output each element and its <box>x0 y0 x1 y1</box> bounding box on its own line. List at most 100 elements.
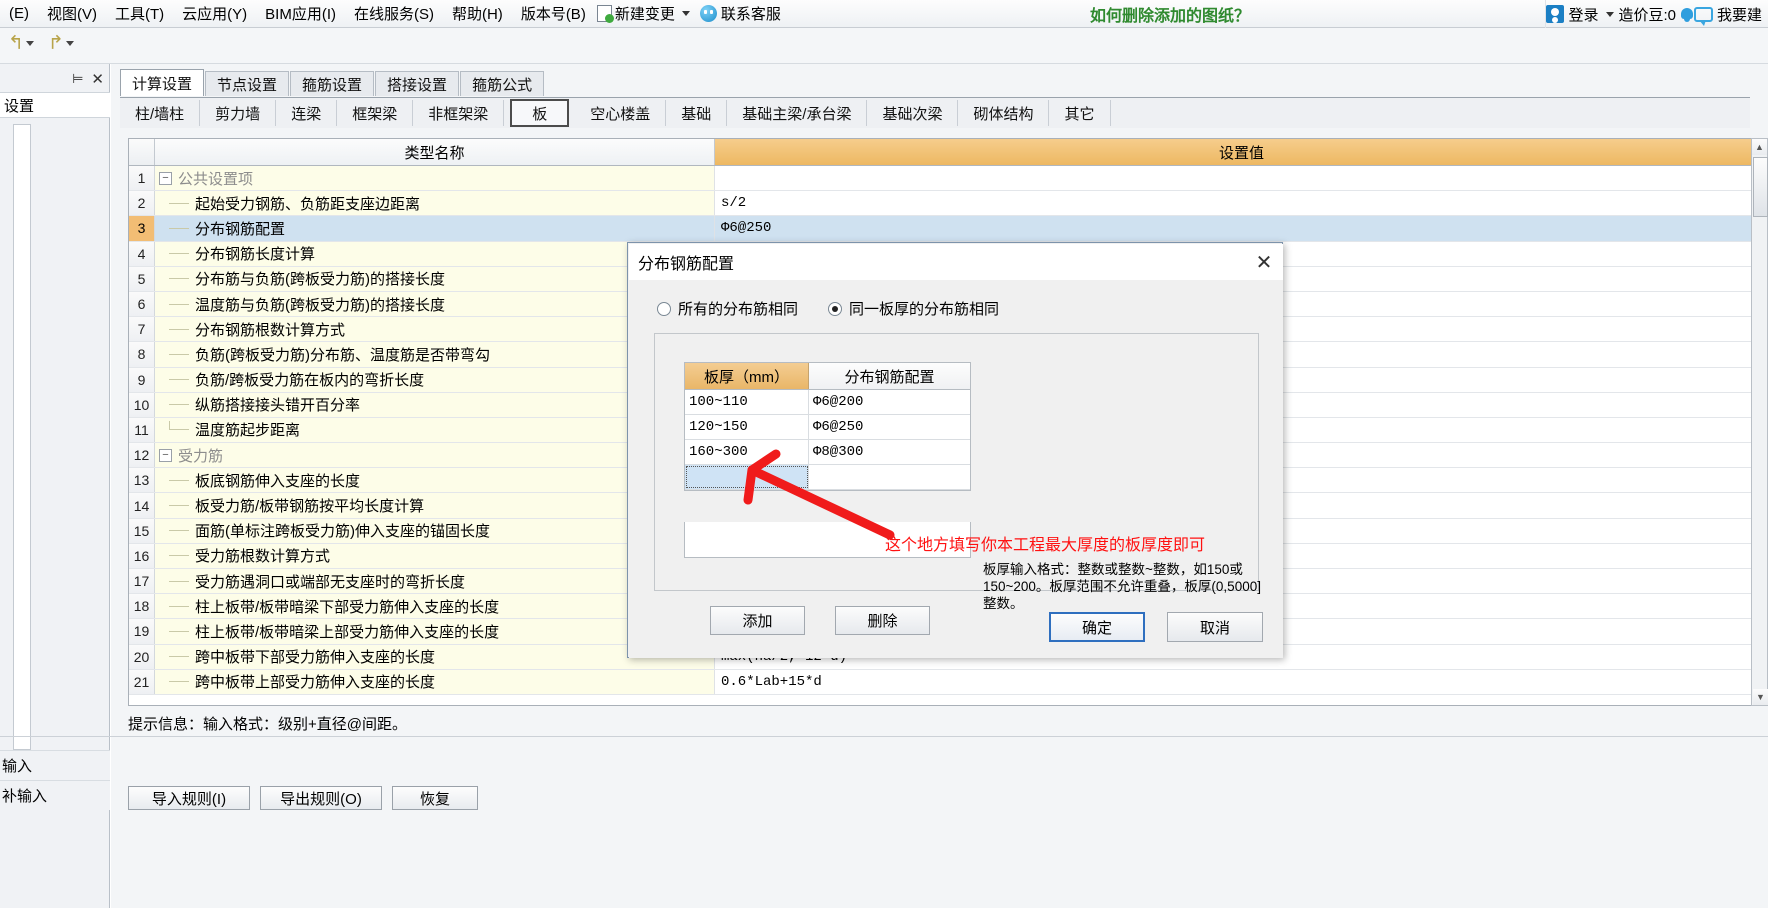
left-panel-item-input[interactable]: 输入 <box>0 750 110 780</box>
row-label: 温度筋起步距离 <box>195 422 301 440</box>
restore-button[interactable]: 恢复 <box>392 786 478 810</box>
ok-button[interactable]: 确定 <box>1049 612 1145 642</box>
row-type-name-cell[interactable]: 跨中板带上部受力筋伸入支座的长度 <box>155 669 715 694</box>
config-cell[interactable] <box>809 465 970 489</box>
undo-chevron-down-icon[interactable] <box>25 41 34 46</box>
tab-column-wall[interactable]: 柱/墙柱 <box>120 100 201 126</box>
tree-branch-icon <box>169 681 189 683</box>
thickness-column-header[interactable]: 板厚（mm） <box>685 363 809 389</box>
row-number: 6 <box>129 291 155 317</box>
scrollbar-thumb[interactable] <box>1753 157 1768 217</box>
radio-option-all-same[interactable]: 所有的分布筋相同 <box>657 298 798 319</box>
close-icon[interactable]: ✕ <box>1251 250 1277 274</box>
thickness-table-row[interactable]: 120~150 Ф6@250 <box>685 415 970 440</box>
thickness-cell[interactable]: 100~110 <box>685 390 809 414</box>
user-avatar-icon[interactable] <box>1546 5 1565 23</box>
suggest-label[interactable]: 我要建 <box>1713 4 1766 25</box>
thickness-cell[interactable]: 120~150 <box>685 415 809 439</box>
add-button[interactable]: 添加 <box>710 606 805 635</box>
row-number: 21 <box>129 669 155 694</box>
row-value-cell[interactable]: Ф6@250 <box>715 216 1768 241</box>
table-row[interactable]: 2 起始受力钢筋、负筋距支座边距离 s/2 <box>129 191 1768 217</box>
redo-button[interactable]: ↱ <box>48 34 74 53</box>
row-number: 4 <box>129 241 155 266</box>
row-value-cell[interactable]: 0.6*Lab+15*d <box>715 669 1768 694</box>
undo-button[interactable]: ↰ <box>8 34 34 53</box>
row-type-name-cell[interactable]: 分布钢筋配置 <box>155 216 715 241</box>
radio-option-same-thickness[interactable]: 同一板厚的分布筋相同 <box>828 298 999 319</box>
export-rules-button[interactable]: 导出规则(O) <box>260 786 382 810</box>
collapse-minus-icon[interactable]: − <box>159 171 172 185</box>
grid-header-value[interactable]: 设置值 <box>715 139 1768 165</box>
tab-foundation-main-beam[interactable]: 基础主梁/承台梁 <box>727 100 868 126</box>
grid-vertical-scrollbar[interactable]: ▲ ▼ <box>1751 138 1768 706</box>
row-value-cell[interactable] <box>715 166 1768 191</box>
row-label: 分布钢筋根数计算方式 <box>195 321 346 339</box>
new-change-button[interactable]: 新建变更 <box>595 2 694 25</box>
config-cell[interactable]: Ф8@300 <box>809 440 970 464</box>
config-cell[interactable]: Ф6@250 <box>809 415 970 439</box>
thickness-table-row[interactable] <box>685 465 970 490</box>
left-panel-scrollbar[interactable] <box>13 124 31 750</box>
tab-slab[interactable]: 板 <box>510 99 570 127</box>
login-chevron-down-icon[interactable] <box>1606 11 1615 17</box>
row-value-cell[interactable]: s/2 <box>715 191 1768 216</box>
left-panel-item-extra-input[interactable]: 补输入 <box>0 780 110 810</box>
pin-icon[interactable]: ⊨ <box>72 71 83 87</box>
row-number: 10 <box>129 392 155 417</box>
grid-header-type-name[interactable]: 类型名称 <box>155 139 715 165</box>
config-column-header[interactable]: 分布钢筋配置 <box>809 363 970 389</box>
menu-item-edit[interactable]: (E) <box>0 3 38 24</box>
tab-foundation[interactable]: 基础 <box>666 100 728 126</box>
contact-support-button[interactable]: 联系客服 <box>694 2 787 25</box>
collapse-minus-icon[interactable]: − <box>159 448 172 462</box>
row-type-name-cell[interactable]: 起始受力钢筋、负筋距支座边距离 <box>155 191 715 216</box>
thickness-table-row[interactable]: 160~300 Ф8@300 <box>685 440 970 465</box>
account-cluster: 登录 造价豆:0 我要建 <box>1545 0 1768 28</box>
thickness-table-row[interactable]: 100~110 Ф6@200 <box>685 390 970 415</box>
menu-item-version[interactable]: 版本号(B) <box>512 1 595 26</box>
tab-lap-settings[interactable]: 搭接设置 <box>375 71 460 96</box>
scroll-down-icon[interactable]: ▼ <box>1753 689 1768 705</box>
menu-item-online[interactable]: 在线服务(S) <box>345 1 443 26</box>
chevron-down-icon[interactable] <box>681 11 690 16</box>
thickness-cell[interactable] <box>685 465 809 489</box>
import-rules-button[interactable]: 导入规则(I) <box>128 786 250 810</box>
config-cell[interactable]: Ф6@200 <box>809 390 970 414</box>
notification-bell-icon[interactable] <box>1680 7 1694 22</box>
row-type-name-cell[interactable]: − 公共设置项 <box>155 166 715 191</box>
tab-nonframe-beam[interactable]: 非框架梁 <box>413 100 505 126</box>
tab-shear-wall[interactable]: 剪力墙 <box>200 100 277 126</box>
radio-icon-same-thickness[interactable] <box>828 301 843 316</box>
table-row[interactable]: 21 跨中板带上部受力筋伸入支座的长度 0.6*Lab+15*d <box>129 669 1768 695</box>
menu-item-cloud[interactable]: 云应用(Y) <box>173 1 256 26</box>
menu-item-view[interactable]: 视图(V) <box>38 1 106 26</box>
feedback-speech-icon[interactable] <box>1693 6 1713 26</box>
tab-stirrup-settings[interactable]: 箍筋设置 <box>290 71 375 96</box>
tab-coupling-beam[interactable]: 连梁 <box>276 100 338 126</box>
table-row[interactable]: 1− 公共设置项 <box>129 166 1768 192</box>
thickness-cell[interactable]: 160~300 <box>685 440 809 464</box>
row-label: 公共设置项 <box>178 170 254 188</box>
table-row[interactable]: 3 分布钢筋配置 Ф6@250 <box>129 216 1768 242</box>
close-icon[interactable]: ✕ <box>91 70 104 88</box>
help-link[interactable]: 如何删除添加的图纸？ <box>1090 2 1250 26</box>
tab-stirrup-formula[interactable]: 箍筋公式 <box>460 71 545 96</box>
menu-item-tools[interactable]: 工具(T) <box>106 1 173 26</box>
tab-foundation-sub-beam[interactable]: 基础次梁 <box>867 100 959 126</box>
tab-node-settings[interactable]: 节点设置 <box>205 71 290 96</box>
scroll-up-icon[interactable]: ▲ <box>1752 139 1767 155</box>
tab-hollow-floor[interactable]: 空心楼盖 <box>575 100 667 126</box>
tab-masonry[interactable]: 砌体结构 <box>958 100 1050 126</box>
tab-frame-beam[interactable]: 框架梁 <box>337 100 414 126</box>
tab-other[interactable]: 其它 <box>1049 100 1111 126</box>
row-label: 分布筋与负筋(跨板受力筋)的搭接长度 <box>195 271 445 289</box>
menu-item-bim[interactable]: BIM应用(I) <box>256 1 345 26</box>
radio-icon-all-same[interactable] <box>657 301 671 316</box>
redo-chevron-down-icon[interactable] <box>65 41 74 46</box>
delete-button[interactable]: 删除 <box>835 606 930 635</box>
login-label[interactable]: 登录 <box>1564 4 1602 25</box>
menu-item-help[interactable]: 帮助(H) <box>443 1 512 26</box>
tab-calc-settings[interactable]: 计算设置 <box>120 69 205 96</box>
cancel-button[interactable]: 取消 <box>1167 612 1263 642</box>
